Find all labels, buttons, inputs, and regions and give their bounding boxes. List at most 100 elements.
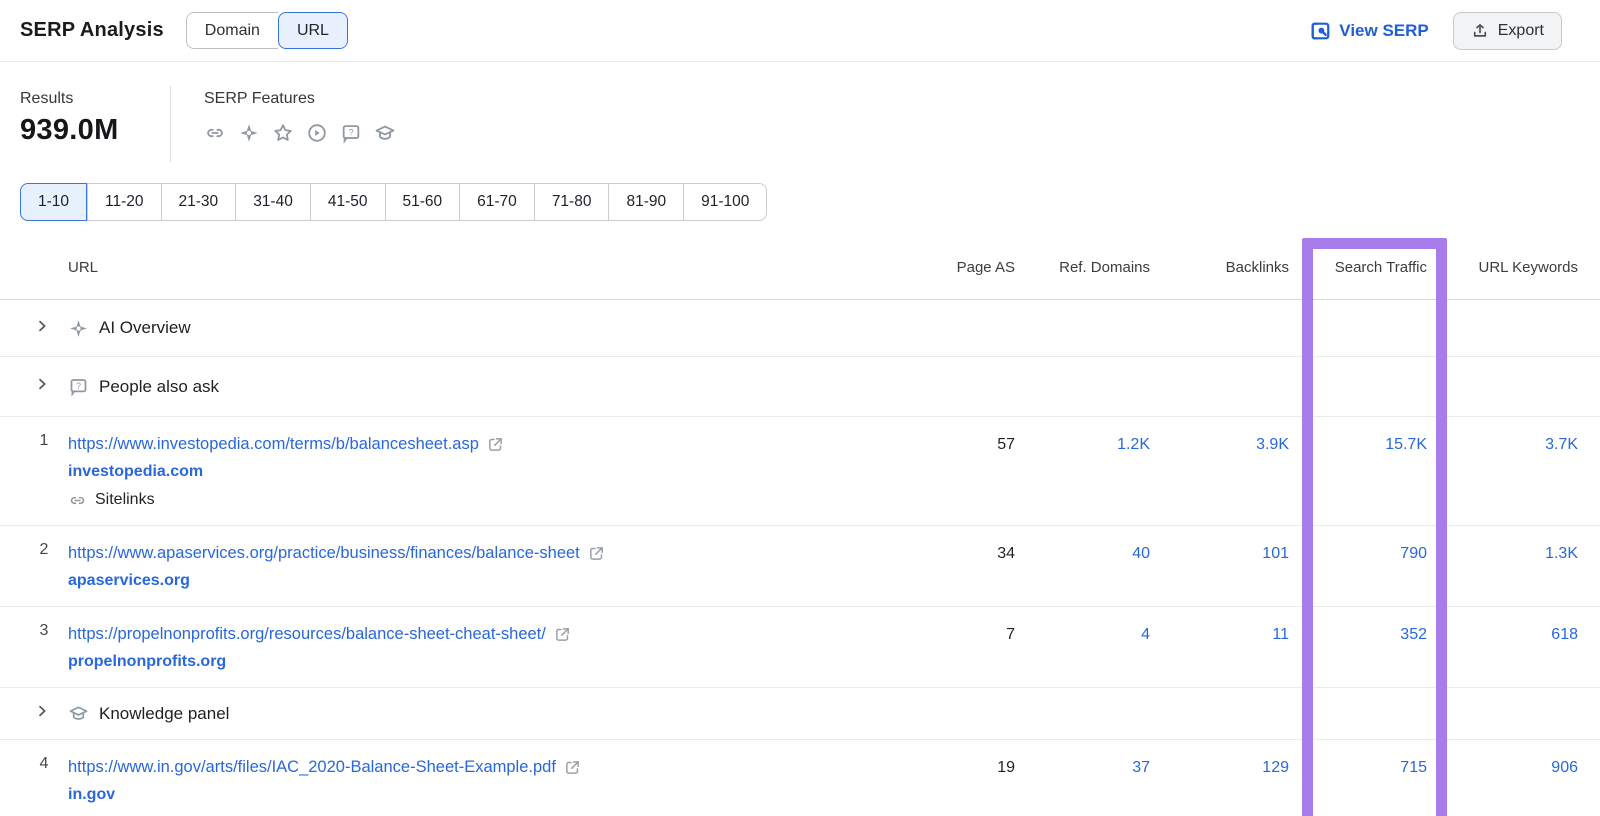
view-serp-link[interactable]: View SERP (1309, 20, 1428, 42)
pagination: 1-10 11-20 21-30 31-40 41-50 51-60 61-70… (20, 183, 767, 221)
ai-overview-icon (238, 122, 260, 144)
page-tab-61-70[interactable]: 61-70 (459, 183, 534, 221)
ref-domains-value[interactable]: 1.2K (1015, 430, 1150, 514)
rank-number: 2 (20, 539, 68, 595)
view-serp-icon (1309, 20, 1331, 42)
column-header-search-traffic: Search Traffic (1289, 259, 1427, 276)
search-traffic-value[interactable]: 715 (1289, 753, 1427, 809)
result-domain-link[interactable]: propelnonprofits.org (68, 653, 226, 670)
export-upload-icon (1471, 22, 1489, 40)
knowledge-panel-icon (374, 122, 396, 144)
external-link-icon[interactable] (564, 759, 581, 776)
backlinks-value[interactable]: 3.9K (1150, 430, 1289, 514)
page-tab-81-90[interactable]: 81-90 (608, 183, 683, 221)
external-link-icon[interactable] (487, 436, 504, 453)
feature-row-label: Knowledge panel (99, 704, 229, 724)
page-tab-1-10[interactable]: 1-10 (20, 183, 87, 221)
top-bar-actions: View SERP Export (1309, 0, 1562, 62)
page-as-value: 19 (895, 753, 1015, 809)
url-keywords-value[interactable]: 618 (1427, 620, 1578, 676)
summary-section: Results 939.0M SERP Features ? (0, 62, 1600, 180)
sitelinks-icon (204, 122, 226, 144)
page-tab-11-20[interactable]: 11-20 (87, 183, 161, 221)
url-keywords-value[interactable]: 1.3K (1427, 539, 1578, 595)
table-row-result-4: 4 https://www.in.gov/arts/files/IAC_2020… (0, 740, 1600, 816)
table-header-row: URL Page AS Ref. Domains Backlinks Searc… (0, 235, 1600, 300)
page-tab-91-100[interactable]: 91-100 (683, 183, 767, 221)
top-bar: SERP Analysis Domain URL View SERP Expor… (0, 0, 1600, 62)
result-domain-link[interactable]: apaservices.org (68, 572, 190, 589)
column-header-page-as: Page AS (895, 259, 1015, 276)
page-title: SERP Analysis (20, 19, 164, 42)
reviews-star-icon (272, 122, 294, 144)
feature-row-label: AI Overview (99, 318, 191, 338)
result-url-link[interactable]: https://www.investopedia.com/terms/b/bal… (68, 430, 479, 458)
url-keywords-value[interactable]: 906 (1427, 753, 1578, 809)
backlinks-value[interactable]: 11 (1150, 620, 1289, 676)
export-button[interactable]: Export (1453, 12, 1562, 50)
url-keywords-value[interactable]: 3.7K (1427, 430, 1578, 514)
knowledge-panel-icon (68, 703, 89, 724)
serp-features-label: SERP Features (204, 90, 315, 108)
export-label: Export (1498, 22, 1544, 40)
results-table: URL Page AS Ref. Domains Backlinks Searc… (0, 235, 1600, 816)
results-label: Results (20, 90, 73, 108)
column-header-backlinks: Backlinks (1150, 259, 1289, 276)
result-domain-link[interactable]: investopedia.com (68, 463, 203, 480)
expand-chevron-icon[interactable] (34, 376, 50, 392)
ref-domains-value[interactable]: 37 (1015, 753, 1150, 809)
svg-text:?: ? (76, 381, 81, 391)
divider (170, 86, 171, 162)
result-url-link[interactable]: https://www.in.gov/arts/files/IAC_2020-B… (68, 753, 556, 781)
serp-analysis-page: SERP Analysis Domain URL View SERP Expor… (0, 0, 1600, 816)
svg-text:?: ? (348, 127, 353, 137)
table-row-knowledge-panel[interactable]: Knowledge panel (0, 688, 1600, 740)
backlinks-value[interactable]: 101 (1150, 539, 1289, 595)
feature-row-label: People also ask (99, 377, 219, 397)
page-tab-31-40[interactable]: 31-40 (235, 183, 310, 221)
rank-number: 1 (20, 430, 68, 514)
results-count: 939.0M (20, 114, 119, 147)
people-also-ask-icon: ? (68, 376, 89, 397)
sitelinks-badge: Sitelinks (95, 486, 155, 514)
page-tab-51-60[interactable]: 51-60 (385, 183, 460, 221)
column-header-url-keywords: URL Keywords (1427, 259, 1578, 276)
page-tab-21-30[interactable]: 21-30 (161, 183, 236, 221)
page-tab-41-50[interactable]: 41-50 (310, 183, 385, 221)
expand-chevron-icon[interactable] (34, 318, 50, 334)
page-as-value: 7 (895, 620, 1015, 676)
table-row-ai-overview[interactable]: AI Overview (0, 300, 1600, 357)
table-row-result-3: 3 https://propelnonprofits.org/resources… (0, 607, 1600, 688)
sitelinks-icon (68, 491, 87, 510)
view-serp-label: View SERP (1339, 21, 1428, 41)
page-as-value: 34 (895, 539, 1015, 595)
ai-overview-icon (68, 318, 89, 339)
search-traffic-value[interactable]: 790 (1289, 539, 1427, 595)
table-row-people-also-ask[interactable]: ? People also ask (0, 357, 1600, 417)
result-url-link[interactable]: https://propelnonprofits.org/resources/b… (68, 620, 546, 648)
page-as-value: 57 (895, 430, 1015, 514)
backlinks-value[interactable]: 129 (1150, 753, 1289, 809)
rank-number: 4 (20, 753, 68, 809)
video-icon (306, 122, 328, 144)
toggle-domain-button[interactable]: Domain (186, 12, 278, 49)
expand-chevron-icon[interactable] (34, 703, 50, 719)
serp-features-icons: ? (204, 122, 396, 144)
people-also-ask-icon: ? (340, 122, 362, 144)
rank-number: 3 (20, 620, 68, 676)
ref-domains-value[interactable]: 4 (1015, 620, 1150, 676)
table-row-result-1: 1 https://www.investopedia.com/terms/b/b… (0, 417, 1600, 526)
page-tab-71-80[interactable]: 71-80 (534, 183, 609, 221)
external-link-icon[interactable] (588, 545, 605, 562)
column-header-ref-domains: Ref. Domains (1015, 259, 1150, 276)
table-row-result-2: 2 https://www.apaservices.org/practice/b… (0, 526, 1600, 607)
column-header-url: URL (68, 259, 895, 276)
external-link-icon[interactable] (554, 626, 571, 643)
ref-domains-value[interactable]: 40 (1015, 539, 1150, 595)
search-traffic-value[interactable]: 15.7K (1289, 430, 1427, 514)
result-domain-link[interactable]: in.gov (68, 786, 115, 803)
domain-url-toggle: Domain URL (186, 12, 348, 49)
result-url-link[interactable]: https://www.apaservices.org/practice/bus… (68, 539, 580, 567)
toggle-url-button[interactable]: URL (278, 12, 348, 49)
search-traffic-value[interactable]: 352 (1289, 620, 1427, 676)
